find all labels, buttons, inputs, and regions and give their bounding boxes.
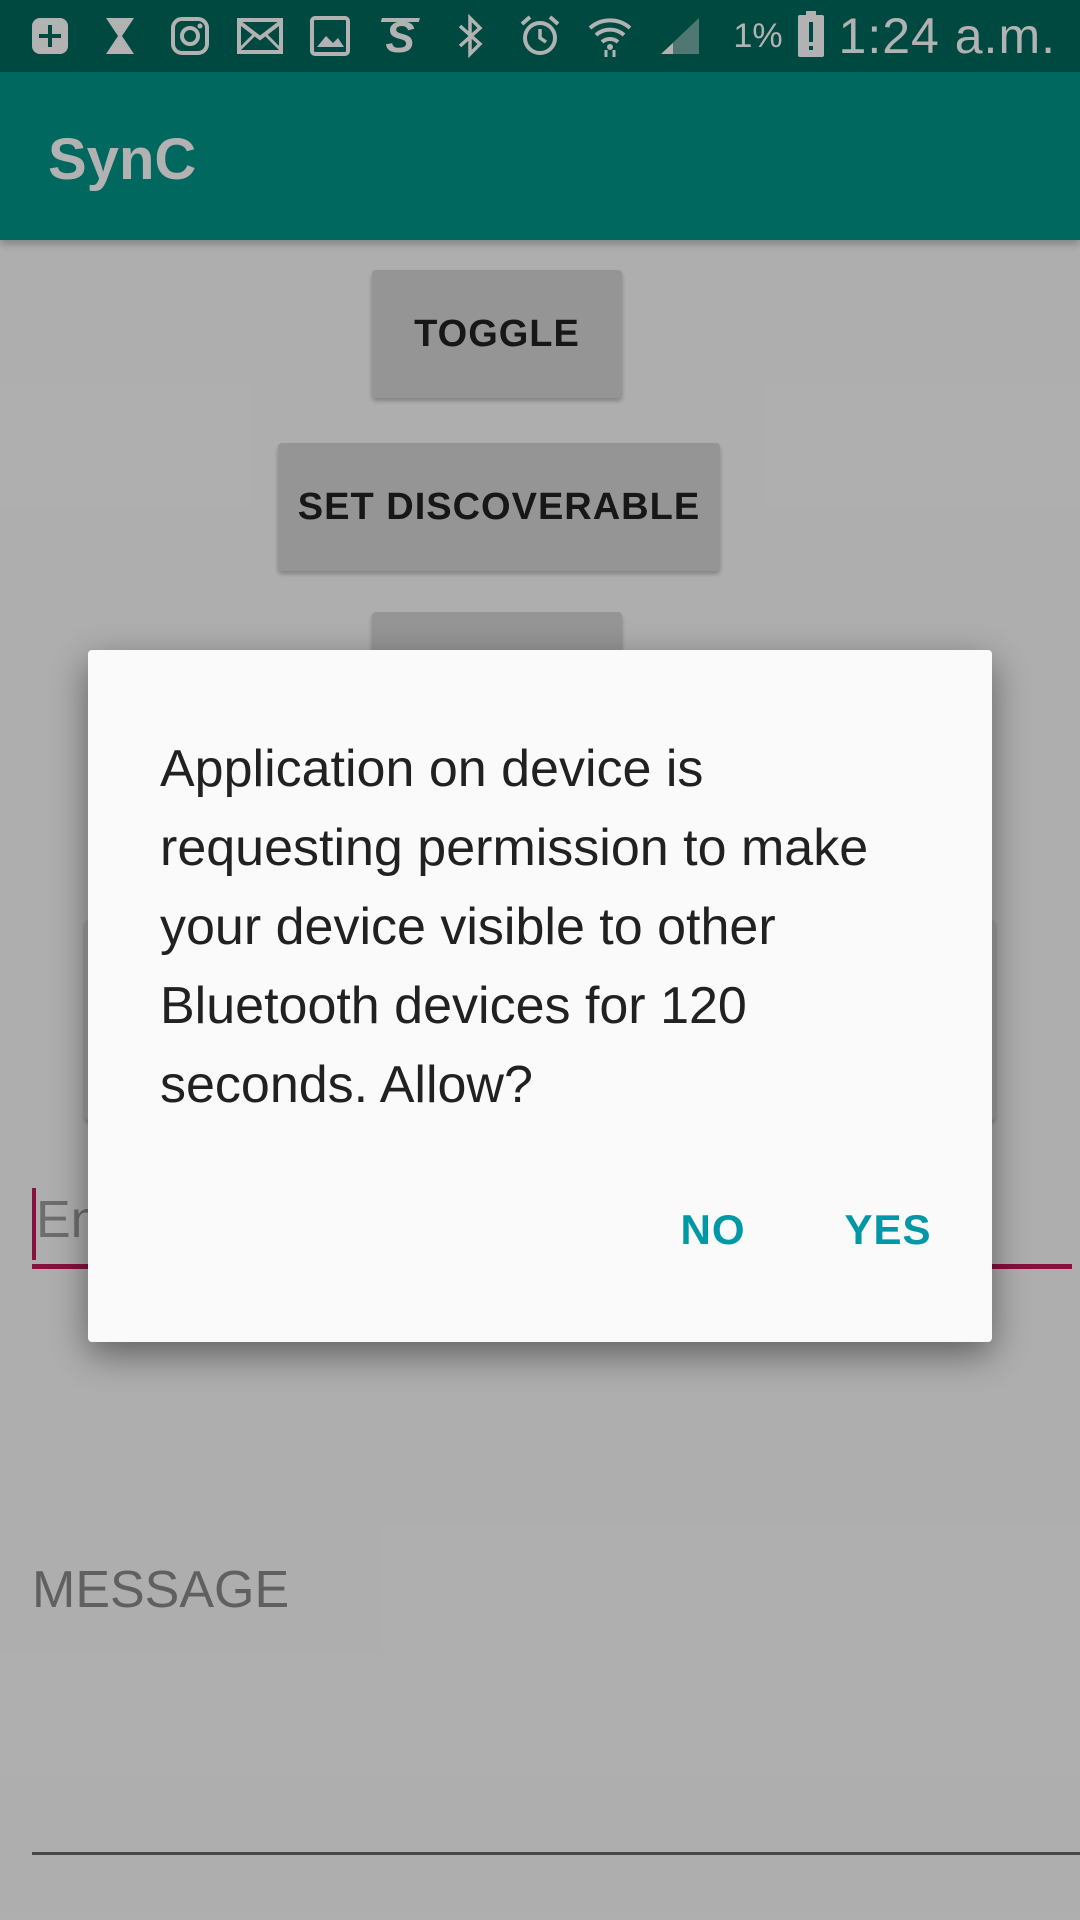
bluetooth-permission-dialog: Application on device is requesting perm… (88, 650, 992, 1342)
dialog-message: Application on device is requesting perm… (160, 740, 869, 1114)
no-button[interactable]: NO (648, 1190, 778, 1270)
screen: S 1% 1:24 a.m. SynC TOGGLE SET DISCOVERA… (0, 0, 1080, 1920)
yes-button[interactable]: YES (818, 1190, 958, 1270)
